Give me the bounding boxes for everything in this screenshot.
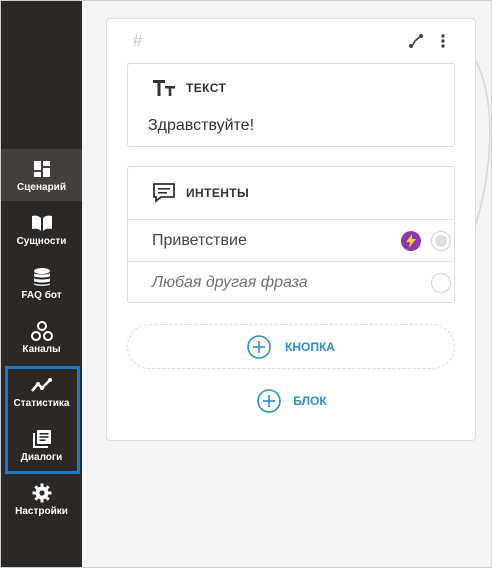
- book-icon: [31, 213, 53, 233]
- text-message[interactable]: Здравствуйте!: [128, 112, 454, 135]
- text-card-title: ТЕКСТ: [186, 81, 227, 95]
- database-icon: [31, 267, 53, 287]
- sidebar-item-label: Каналы: [22, 344, 61, 355]
- sidebar-item-faq[interactable]: FAQ бот: [1, 257, 82, 309]
- sidebar-item-label: FAQ бот: [21, 290, 62, 301]
- app-window: Сценарий Сущности FAQ бот Каналы Статист: [0, 0, 492, 568]
- add-block-button[interactable]: БЛОК: [107, 387, 477, 415]
- add-button-button[interactable]: КНОПКА: [127, 324, 455, 369]
- sidebar-item-scenario[interactable]: Сценарий: [1, 149, 82, 201]
- intent-row[interactable]: Любая другая фраза: [128, 261, 454, 303]
- intents-card-title: ИНТЕНТЫ: [186, 186, 250, 200]
- sidebar: Сценарий Сущности FAQ бот Каналы Статист: [1, 1, 82, 567]
- connector-dot[interactable]: [431, 273, 451, 293]
- sidebar-item-channels[interactable]: Каналы: [1, 311, 82, 363]
- sidebar-item-settings[interactable]: Настройки: [1, 473, 82, 525]
- intents-icon: [153, 183, 175, 203]
- sidebar-item-label: Сущности: [16, 236, 67, 247]
- add-button-label: КНОПКА: [285, 339, 335, 354]
- plus-circle-icon: [247, 334, 271, 359]
- text-card[interactable]: ТЕКСТ Здравствуйте!: [127, 63, 455, 147]
- add-block-label: БЛОК: [293, 394, 327, 408]
- text-type-icon: [153, 78, 175, 98]
- intent-row[interactable]: Приветствие: [128, 219, 454, 261]
- scenario-block[interactable]: # ТЕКСТ Здравствуйте! ИНТЕНТЫ Приветстви…: [106, 18, 476, 441]
- sidebar-item-entities[interactable]: Сущности: [1, 203, 82, 255]
- gear-icon: [31, 483, 53, 503]
- channels-icon: [30, 321, 53, 341]
- sidebar-item-label: Сценарий: [17, 182, 66, 193]
- sidebar-item-label: Настройки: [15, 506, 68, 517]
- connector-dot[interactable]: [431, 231, 451, 251]
- intent-label: Приветствие: [152, 231, 247, 249]
- connector-icon[interactable]: [408, 33, 424, 54]
- dashboard-icon: [31, 159, 53, 179]
- lightning-icon: [401, 231, 421, 251]
- block-id-hash: #: [133, 31, 143, 50]
- intent-label: Любая другая фраза: [152, 273, 308, 291]
- text-card-header: ТЕКСТ: [128, 64, 454, 112]
- more-menu-icon[interactable]: [439, 33, 447, 54]
- intents-card: ИНТЕНТЫ Приветствие Любая другая фраза: [127, 166, 455, 303]
- plus-circle-icon: [257, 389, 282, 413]
- intents-card-header: ИНТЕНТЫ: [128, 167, 454, 219]
- nav-highlight-frame: [5, 366, 80, 474]
